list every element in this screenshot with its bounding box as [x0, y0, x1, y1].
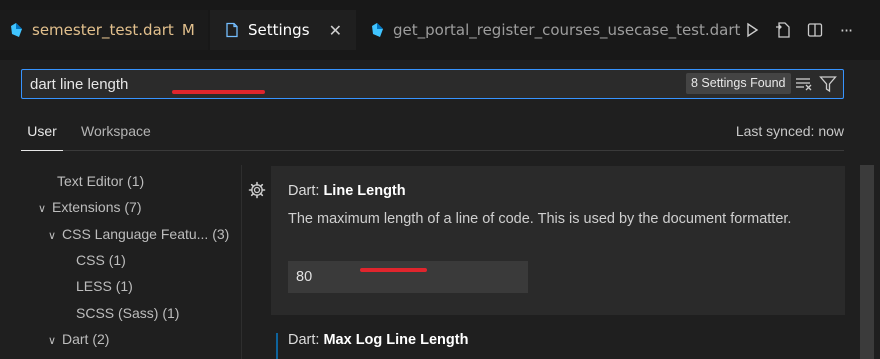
- annotation-underline: [360, 268, 427, 272]
- toc-item-label: Text Editor: [57, 173, 124, 189]
- sync-status: Last synced: now: [735, 123, 844, 139]
- toc-item-css[interactable]: CSS (1): [76, 247, 126, 273]
- setting-name: Max Log Line Length: [323, 332, 469, 348]
- settings-found-badge: 8 Settings Found: [686, 73, 791, 94]
- filter-icon[interactable]: [819, 75, 837, 93]
- chevron-down-icon: ∨: [38, 203, 47, 215]
- toc-divider: [241, 165, 242, 359]
- tab-user[interactable]: User: [21, 118, 63, 151]
- line-length-input[interactable]: [288, 261, 528, 293]
- run-icon[interactable]: [742, 20, 762, 40]
- chevron-down-icon: ∨: [48, 230, 57, 242]
- scrollbar-thumb[interactable]: [860, 165, 874, 359]
- toc-item-count: (2): [92, 331, 110, 347]
- dart-file-icon: [8, 22, 24, 38]
- toc-item-count: (7): [124, 199, 142, 215]
- open-json-icon[interactable]: [773, 20, 793, 40]
- setting-focus-indicator: [276, 333, 278, 359]
- clear-filter-icon[interactable]: [795, 75, 813, 93]
- setting-category: Dart:: [288, 183, 324, 199]
- toc-item-label: Extensions: [52, 199, 121, 215]
- toc-item-label: LESS: [76, 278, 112, 294]
- split-editor-icon[interactable]: [805, 20, 825, 40]
- toc-item-count: (1): [108, 252, 126, 268]
- toc-item-label: CSS Language Featu...: [62, 226, 209, 242]
- toc-item-count: (1): [162, 305, 180, 321]
- close-icon[interactable]: ✕: [329, 21, 342, 40]
- setting-description: The maximum length of a line of code. Th…: [288, 211, 792, 227]
- toc-item-dart[interactable]: ∨ Dart (2): [48, 326, 109, 352]
- tab-label: get_portal_register_courses_usecase_test…: [393, 21, 741, 39]
- settings-file-icon: [224, 22, 240, 38]
- toc-item-less[interactable]: LESS (1): [76, 273, 133, 299]
- settings-search-box: 8 Settings Found: [21, 69, 844, 99]
- chevron-down-icon: ∨: [48, 335, 57, 347]
- settings-scope-tabs: User Workspace Last synced: now: [21, 118, 844, 151]
- annotation-underline: [172, 90, 265, 94]
- settings-search-input[interactable]: [30, 73, 670, 95]
- setting-name: Line Length: [323, 183, 406, 199]
- setting-title: Dart: Line Length: [288, 183, 406, 199]
- modified-badge: M: [181, 21, 195, 39]
- toc-item-count: (3): [212, 226, 230, 242]
- toc-item-extensions[interactable]: ∨ Extensions (7): [38, 194, 142, 220]
- gear-icon[interactable]: [248, 181, 266, 199]
- more-icon[interactable]: ···: [836, 20, 856, 40]
- toc-item-label: CSS: [76, 252, 105, 268]
- toc-item-label: SCSS (Sass): [76, 305, 159, 321]
- setting-title: Dart: Max Log Line Length: [288, 332, 468, 348]
- toc-item-text-editor[interactable]: Text Editor (1): [57, 168, 144, 194]
- toc-item-count: (1): [127, 173, 145, 189]
- tab-workspace[interactable]: Workspace: [81, 118, 151, 150]
- tab-portal-test[interactable]: get_portal_register_courses_usecase_test…: [357, 10, 740, 50]
- toc-item-count: (1): [115, 278, 133, 294]
- toc-item-scss[interactable]: SCSS (Sass) (1): [76, 300, 179, 326]
- dart-file-icon: [369, 22, 385, 38]
- toc-item-css-language-features[interactable]: ∨ CSS Language Featu... (3): [48, 221, 229, 247]
- tab-label: Settings: [248, 21, 310, 39]
- setting-category: Dart:: [288, 332, 324, 348]
- tab-semester-test[interactable]: semester_test.dart M: [0, 10, 208, 50]
- tab-label: semester_test.dart: [32, 21, 174, 39]
- toc-item-label: Dart: [62, 331, 89, 347]
- tab-settings[interactable]: Settings ✕: [210, 10, 356, 50]
